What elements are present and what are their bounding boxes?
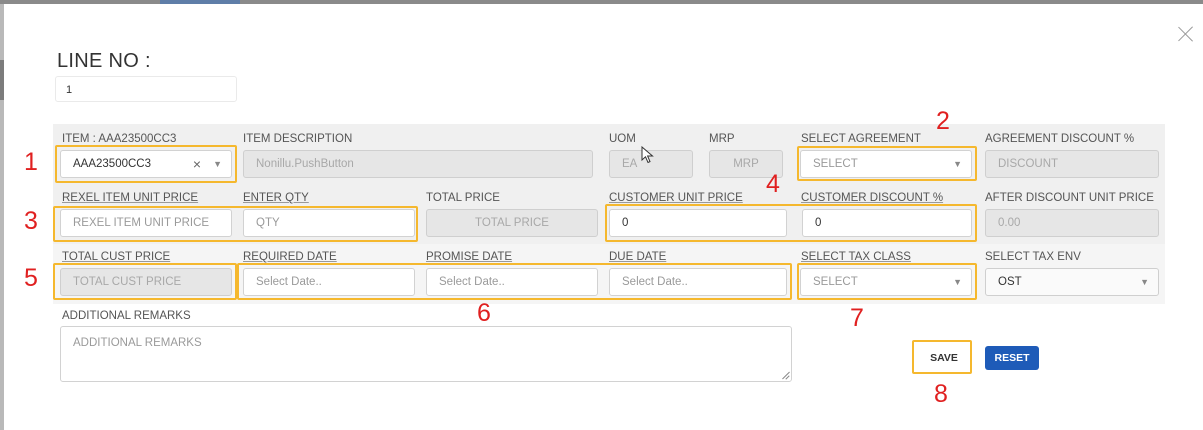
customer-discount-label: CUSTOMER DISCOUNT % — [801, 192, 944, 204]
annotation-1: 1 — [24, 148, 38, 176]
total-cust-price-label: TOTAL CUST PRICE — [62, 251, 171, 263]
mouse-pointer-icon — [641, 146, 654, 164]
resize-handle-icon[interactable] — [781, 371, 789, 379]
after-discount-unit-price-label: AFTER DISCOUNT UNIT PRICE — [985, 192, 1154, 204]
agreement-discount-field: DISCOUNT — [985, 150, 1159, 178]
select-agreement-label: SELECT AGREEMENT — [801, 133, 921, 145]
due-date-placeholder: Select Date.. — [622, 276, 688, 288]
annotation-2: 2 — [936, 107, 950, 135]
item-select-value: AAA23500CC3 — [73, 158, 151, 170]
additional-remarks-textarea[interactable]: ADDITIONAL REMARKS — [60, 326, 792, 382]
customer-discount-input[interactable]: 0 — [802, 209, 972, 237]
line-no-input[interactable]: 1 — [55, 76, 237, 102]
total-price-field: TOTAL PRICE — [426, 209, 598, 237]
select-tax-class-dropdown[interactable]: SELECT ▼ — [800, 268, 972, 296]
save-button[interactable]: SAVE — [917, 345, 971, 371]
line-no-label: LINE NO : — [57, 50, 151, 72]
promise-date-placeholder: Select Date.. — [439, 276, 505, 288]
select-tax-env-value: OST — [998, 276, 1022, 288]
after-discount-unit-price-value: 0.00 — [998, 217, 1021, 229]
promise-date-picker[interactable]: Select Date.. — [426, 268, 598, 296]
additional-remarks-label: ADDITIONAL REMARKS — [62, 310, 191, 322]
due-date-picker[interactable]: Select Date.. — [609, 268, 787, 296]
close-icon[interactable] — [1178, 26, 1194, 42]
total-cust-price-field: TOTAL CUST PRICE — [60, 268, 232, 296]
annotation-5: 5 — [24, 264, 38, 292]
total-cust-price-placeholder: TOTAL CUST PRICE — [73, 276, 182, 288]
window-top-accent — [160, 0, 240, 4]
mrp-label: MRP — [709, 133, 735, 145]
after-discount-unit-price-field: 0.00 — [985, 209, 1159, 237]
chevron-down-icon[interactable]: ▼ — [213, 151, 222, 177]
mrp-placeholder: MRP — [733, 158, 759, 170]
chevron-down-icon[interactable]: ▼ — [953, 151, 962, 177]
item-description-value: Nonillu.PushButton — [256, 158, 354, 170]
customer-unit-price-input[interactable]: 0 — [609, 209, 787, 237]
total-price-label: TOTAL PRICE — [426, 192, 500, 204]
enter-qty-label: ENTER QTY — [243, 192, 309, 204]
chevron-down-icon[interactable]: ▼ — [953, 269, 962, 295]
required-date-placeholder: Select Date.. — [256, 276, 322, 288]
reset-button[interactable]: RESET — [985, 346, 1039, 370]
item-description-label: ITEM DESCRIPTION — [243, 133, 353, 145]
agreement-discount-placeholder: DISCOUNT — [998, 158, 1059, 170]
item-label: ITEM : AAA23500CC3 — [62, 133, 177, 145]
total-price-placeholder: TOTAL PRICE — [475, 217, 549, 229]
customer-unit-price-value: 0 — [622, 217, 629, 229]
annotation-8: 8 — [934, 380, 948, 408]
rexel-item-unit-price-placeholder: REXEL ITEM UNIT PRICE — [73, 217, 210, 229]
customer-unit-price-label: CUSTOMER UNIT PRICE — [609, 192, 743, 204]
select-tax-env-dropdown[interactable]: OST ▼ — [985, 268, 1159, 296]
select-tax-class-label: SELECT TAX CLASS — [801, 251, 911, 263]
clear-icon[interactable]: × — [193, 151, 201, 177]
rexel-item-unit-price-label: REXEL ITEM UNIT PRICE — [62, 192, 199, 204]
select-tax-env-label: SELECT TAX ENV — [985, 251, 1081, 263]
due-date-label: DUE DATE — [609, 251, 667, 263]
uom-label: UOM — [609, 133, 636, 145]
chevron-down-icon[interactable]: ▼ — [1140, 269, 1149, 295]
required-date-label: REQUIRED DATE — [243, 251, 337, 263]
item-description-field: Nonillu.PushButton — [243, 150, 593, 178]
required-date-picker[interactable]: Select Date.. — [243, 268, 415, 296]
select-agreement-value: SELECT — [813, 158, 858, 170]
uom-value: EA — [622, 158, 638, 170]
annotation-3: 3 — [24, 207, 38, 235]
window-left-marker — [0, 60, 4, 100]
select-tax-class-value: SELECT — [813, 276, 858, 288]
additional-remarks-placeholder: ADDITIONAL REMARKS — [73, 337, 202, 349]
item-select[interactable]: AAA23500CC3 × ▼ — [60, 150, 232, 178]
qty-input[interactable]: QTY — [243, 209, 415, 237]
annotation-4: 4 — [766, 170, 780, 198]
agreement-discount-label: AGREEMENT DISCOUNT % — [985, 133, 1135, 145]
annotation-7: 7 — [850, 304, 864, 332]
select-agreement-dropdown[interactable]: SELECT ▼ — [800, 150, 972, 178]
annotation-6: 6 — [477, 299, 491, 327]
promise-date-label: PROMISE DATE — [426, 251, 513, 263]
rexel-item-unit-price-input[interactable]: REXEL ITEM UNIT PRICE — [60, 209, 232, 237]
qty-placeholder: QTY — [256, 217, 280, 229]
customer-discount-value: 0 — [815, 217, 822, 229]
